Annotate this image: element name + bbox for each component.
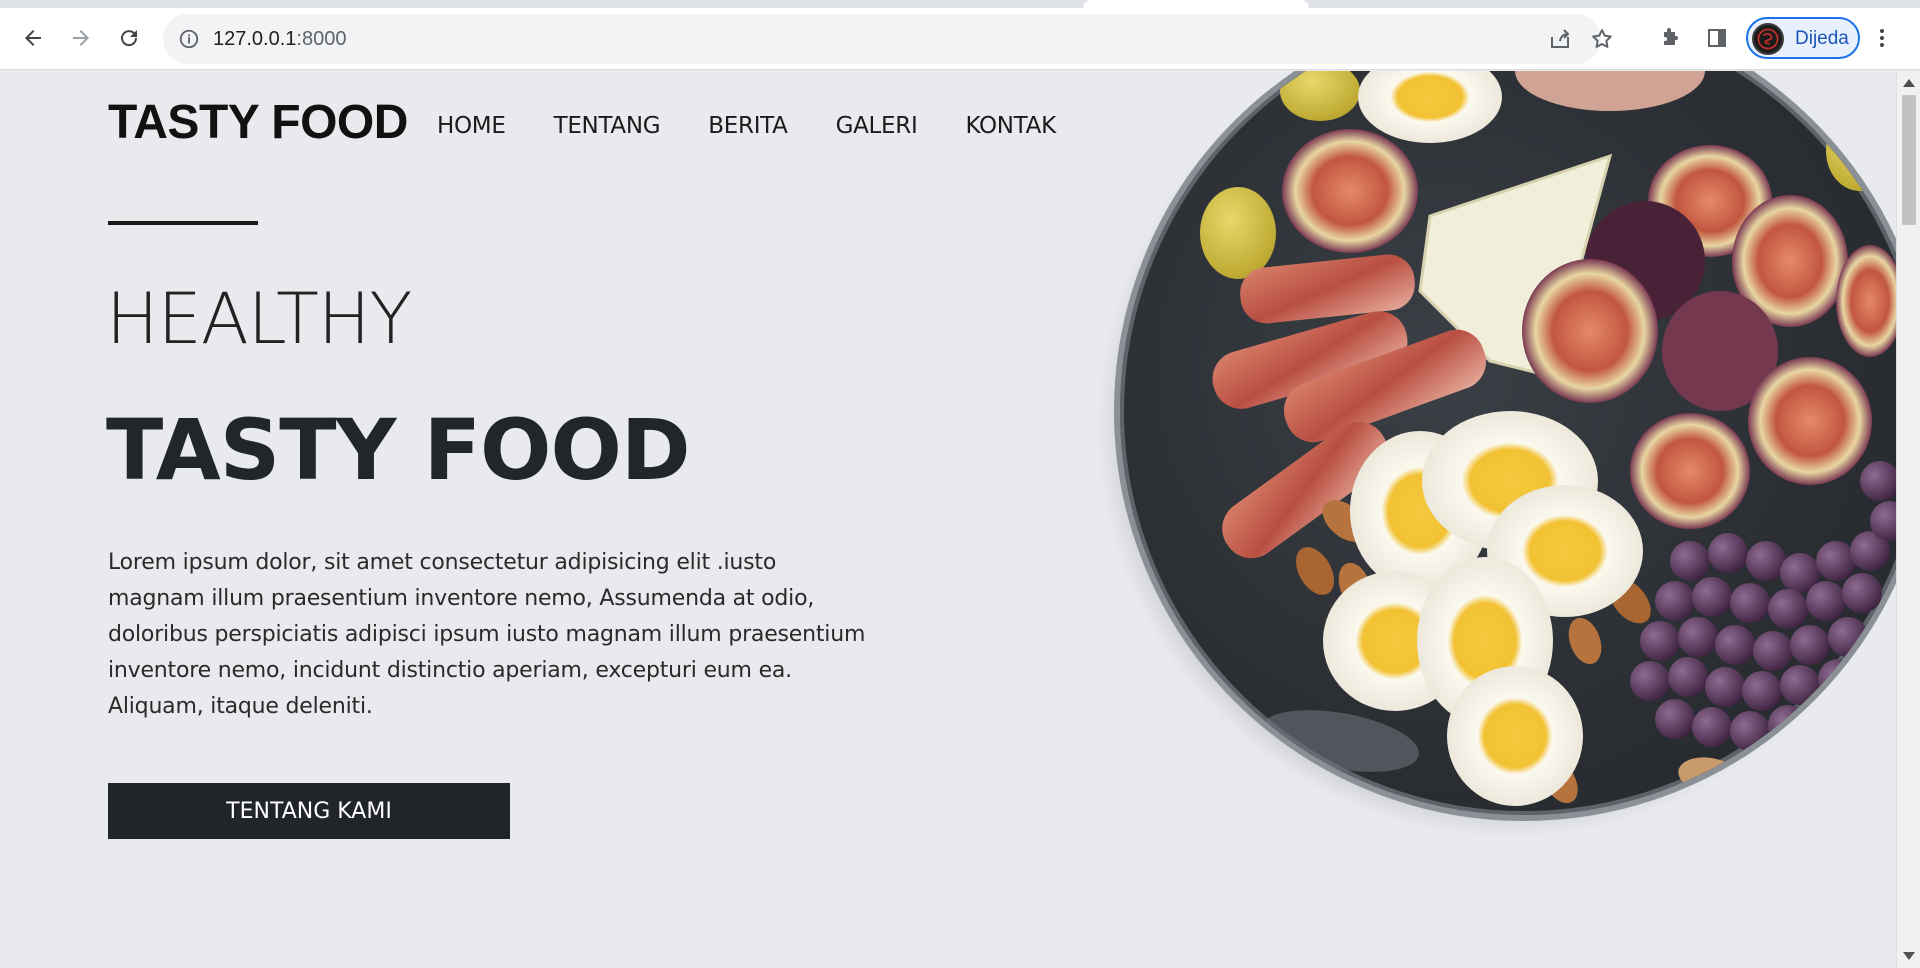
info-icon[interactable] — [177, 27, 201, 51]
scroll-up-arrow-icon[interactable] — [1903, 79, 1915, 87]
scroll-down-arrow-icon[interactable] — [1903, 952, 1915, 960]
hero-food-image — [1090, 71, 1896, 881]
active-tab[interactable] — [1083, 0, 1309, 8]
page-scrollbar[interactable] — [1896, 71, 1920, 968]
nav-berita[interactable]: BERITA — [708, 113, 788, 139]
nav-home[interactable]: HOME — [437, 113, 506, 139]
hero-title: TASTY FOOD — [106, 401, 691, 499]
nav-kontak[interactable]: KONTAK — [965, 113, 1056, 139]
tab-strip — [0, 0, 1920, 8]
profile-name: Dijeda — [1795, 28, 1849, 49]
side-panel-icon[interactable] — [1697, 18, 1737, 58]
browser-toolbar: 127.0.0.1:8000 Dijeda — [0, 8, 1920, 70]
site-brand[interactable]: TASTY FOOD — [108, 95, 408, 150]
arrow-left-icon — [25, 30, 41, 46]
main-nav: HOME TENTANG BERITA GALERI KONTAK — [437, 113, 1104, 139]
puzzle-icon[interactable] — [1650, 18, 1690, 58]
url-host: 127.0.0.1 — [213, 28, 297, 50]
scrollbar-thumb[interactable] — [1902, 95, 1916, 225]
address-bar[interactable]: 127.0.0.1:8000 — [163, 14, 1612, 64]
nav-tentang[interactable]: TENTANG — [554, 113, 661, 139]
nav-galeri[interactable]: GALERI — [836, 113, 918, 139]
kebab-menu-icon[interactable] — [1868, 18, 1896, 58]
arrow-right-icon — [73, 30, 89, 46]
star-icon[interactable] — [1587, 24, 1617, 54]
url-text[interactable]: 127.0.0.1:8000 — [213, 26, 346, 52]
food-illustration — [1200, 71, 1896, 806]
reload-icon — [121, 30, 138, 47]
profile-button[interactable]: Dijeda — [1746, 17, 1860, 59]
avatar — [1752, 23, 1784, 55]
tentang-kami-button[interactable]: TENTANG KAMI — [108, 783, 510, 839]
share-icon[interactable] — [1545, 24, 1575, 54]
hero-description: Lorem ipsum dolor, sit amet consectetur … — [108, 550, 866, 719]
accent-divider — [108, 221, 258, 225]
page-viewport: TASTY FOOD HOME TENTANG BERITA GALERI KO… — [0, 71, 1896, 968]
url-port: :8000 — [296, 28, 347, 50]
forward-button[interactable] — [61, 18, 101, 58]
reload-button[interactable] — [109, 18, 149, 58]
back-button[interactable] — [13, 18, 53, 58]
hero-kicker: HEALTHY — [106, 278, 412, 360]
